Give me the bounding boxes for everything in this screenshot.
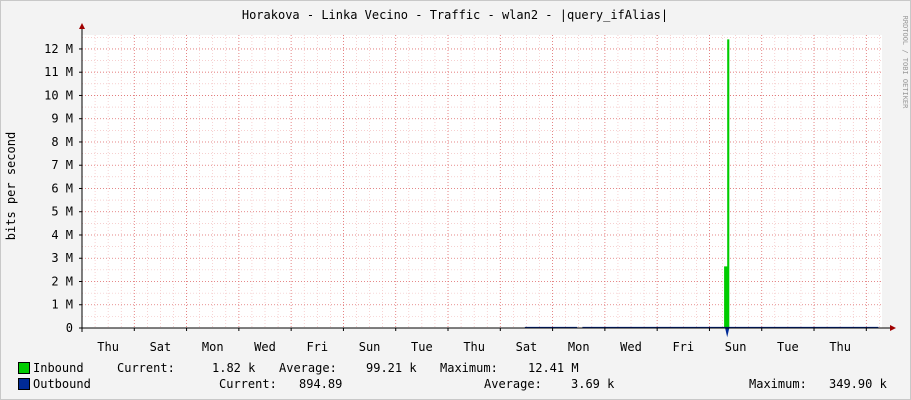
outbound-average-value: 3.69 k [571,377,615,391]
y-tick-label: 6 M [51,181,73,195]
y-tick-labels: 0 1 M 2 M 3 M 4 M 5 M 6 M 7 M 8 M 9 M 10 M 11 M 12 M [44,42,73,335]
inbound-name: Inbound [33,361,84,375]
x-tick-label: Thu [829,340,851,354]
outbound-spike [725,328,730,338]
x-tick-label: Sun [359,340,381,354]
outbound-swatch [18,378,30,390]
chart-title: Horakova - Linka Vecino - Traffic - wlan… [242,8,668,22]
y-tick-label: 10 M [44,88,73,102]
y-tick-label: 1 M [51,298,73,312]
inbound-average-value: 99.21 k [366,361,417,375]
x-axis-arrow [890,325,896,331]
x-tick-label: Wed [620,340,642,354]
y-tick-label: 7 M [51,158,73,172]
y-tick-label: 5 M [51,205,73,219]
outbound-maximum-value: 349.90 k [829,377,887,391]
y-tick-label: 0 [66,321,73,335]
outbound-name: Outbound [33,377,91,391]
outbound-current-value: 894.89 [299,377,343,391]
legend-outbound: Outbound Current: 894.89 Average: 3.69 k… [0,377,911,393]
inbound-swatch [18,362,30,374]
outbound-average-label: Average: [484,377,542,391]
inbound-current-value: 1.82 k [212,361,256,375]
x-tick-label: Fri [672,340,694,354]
inbound-average-label: Average: [279,361,337,375]
y-tick-label: 11 M [44,65,73,79]
x-tick-label: Thu [463,340,485,354]
inbound-maximum-label: Maximum: [440,361,498,375]
x-tick-label: Wed [254,340,276,354]
rrdtool-watermark: RRDTOOL / TOBI OETIKER [901,16,909,110]
y-tick-label: 2 M [51,274,73,288]
inbound-current-label: Current: [117,361,175,375]
x-tick-label: Fri [306,340,328,354]
x-tick-label: Sat [516,340,538,354]
x-tick-label: Tue [777,340,799,354]
y-axis-label: bits per second [4,132,18,240]
inbound-maximum-value: 12.41 M [528,361,579,375]
x-tick-label: Thu [97,340,119,354]
legend-inbound: Inbound Current: 1.82 k Average: 99.21 k… [0,361,911,377]
x-tick-label: Tue [411,340,433,354]
x-tick-label: Mon [202,340,224,354]
traffic-chart: Horakova - Linka Vecino - Traffic - wlan… [4,8,909,354]
y-tick-label: 9 M [51,112,73,126]
y-tick-label: 8 M [51,135,73,149]
y-tick-label: 3 M [51,251,73,265]
x-tick-label: Sat [150,340,172,354]
outbound-current-label: Current: [219,377,277,391]
y-tick-label: 4 M [51,228,73,242]
y-tick-label: 12 M [44,42,73,56]
x-tick-label: Sun [725,340,747,354]
x-tick-label: Mon [568,340,590,354]
y-axis-arrow [79,23,85,29]
outbound-maximum-label: Maximum: [749,377,807,391]
x-tick-labels: Thu Sat Mon Wed Fri Sun Tue Thu Sat Mon Wed Fri Sun T… [97,340,851,354]
